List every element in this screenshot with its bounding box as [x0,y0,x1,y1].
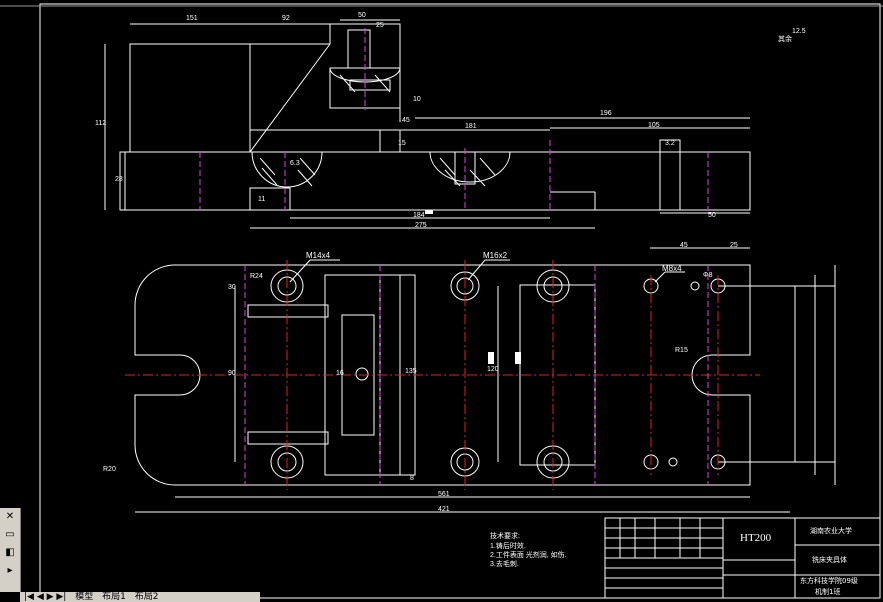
notes-line-1: 1.铸后时效. [490,543,526,550]
center-lines-top [199,28,709,210]
tab-nav[interactable]: |◀ ◀ ▶ ▶| [24,592,66,602]
dim-105: 105 [648,122,660,129]
dim-8: 8 [410,475,414,482]
floating-toolbar[interactable]: ✕ ▭ ◧ ▸ [0,508,21,592]
dim-92: 92 [282,15,290,22]
dim-25-plan: 25 [730,242,738,249]
label-phi8: Φ8 [703,272,713,279]
notes-line-3: 3.去毛刺. [490,561,519,568]
roughness-12-5: 12.5 [792,28,806,35]
dim-11: 11 [258,196,266,203]
plan-view [134,247,836,513]
dim-45: 45 [402,117,410,124]
dim-25: 25 [376,22,384,29]
tab-layout1[interactable]: 布局1 [102,592,126,602]
dim-135: 135 [405,368,417,375]
roughness-6-3: 6.3 [290,160,300,167]
dim-50b: 50 [708,212,716,219]
dim-184: 184 [413,212,425,219]
dim-421: 421 [438,506,450,513]
dim-16: 16 [336,370,344,377]
radius-r20: R20 [103,466,116,473]
expand-icon[interactable]: ▸ [2,564,18,578]
radius-r24: R24 [250,273,263,280]
dim-15: 15 [398,140,406,147]
layout-tabs[interactable]: |◀ ◀ ▶ ▶| 模型 布局1 布局2 [20,592,260,602]
title-class: 机制1班 [815,588,841,596]
tab-model[interactable]: 模型 [75,592,93,602]
roughness-rest: 其余 [778,36,792,43]
notes-heading: 技术要求: [490,533,520,540]
label-m16x2: M16x2 [483,251,508,260]
label-m14x4: M14x4 [306,251,331,260]
title-school: 东方科技学院09级 [800,577,858,585]
dim-181: 181 [465,123,477,130]
center-lines-plan [125,260,760,490]
dim-45-plan: 45 [680,242,688,249]
label-m8x4: M8x4 [662,264,682,273]
dim-151: 151 [186,15,198,22]
title-university: 湖南农业大学 [810,527,852,535]
dim-28: 28 [115,176,123,183]
leaders [289,259,685,283]
dim-275: 275 [415,222,427,229]
radius-r15: R15 [675,347,688,354]
dim-50: 50 [358,12,366,19]
title-material: HT200 [740,532,772,544]
close-icon[interactable]: ✕ [2,510,18,524]
dim-10: 10 [413,96,421,103]
tab-layout2[interactable]: 布局2 [135,592,159,602]
roughness-3-2: 3.2 [665,140,675,147]
drawing-border [39,3,881,599]
panel-icon[interactable]: ◧ [2,546,18,560]
window-icon[interactable]: ▭ [2,528,18,542]
dim-90: 90 [228,370,236,377]
dim-112: 112 [95,120,107,127]
dim-120: 120 [487,366,499,373]
dim-561: 561 [438,491,450,498]
title-part-name: 铣床夹具体 [812,556,847,564]
notes-line-2: 2.工件表面 光剂润, 如伤. [490,552,567,559]
dim-196: 196 [600,110,612,117]
dim-30: 30 [228,284,236,291]
